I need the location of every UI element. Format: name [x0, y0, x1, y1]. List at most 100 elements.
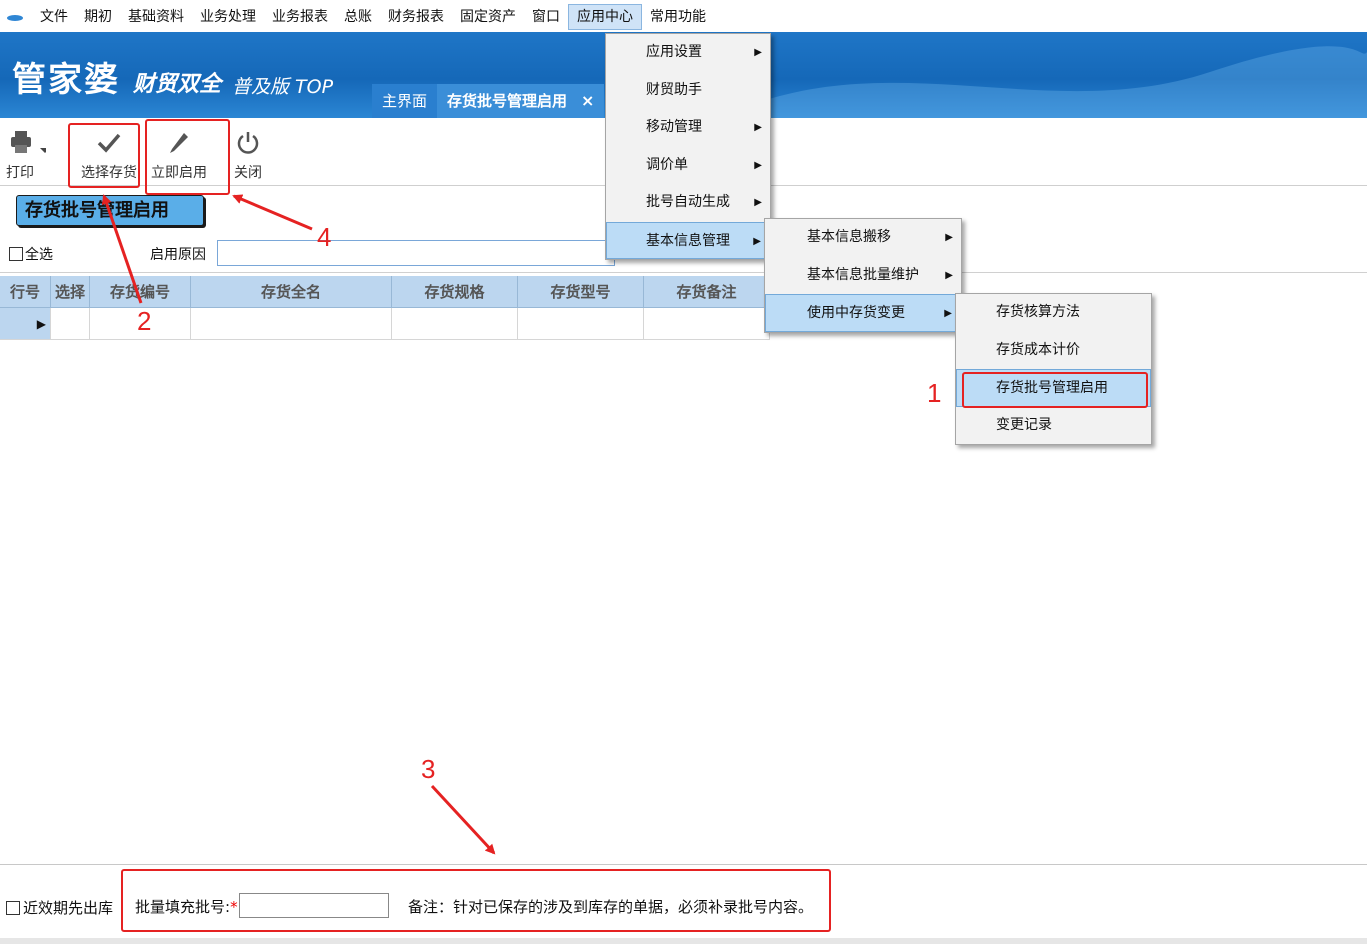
menu-finance-report[interactable]: 财务报表 [380, 4, 452, 30]
document-tabs: 主界面 存货批号管理启用 × [372, 84, 605, 118]
menu-item-change-log-label: 变更记录 [996, 416, 1052, 433]
menu-item-change-log[interactable]: 变更记录 [956, 407, 1151, 445]
submenu-arrow-icon: ▶ [754, 47, 762, 58]
logo-sub: 财贸双全 [133, 72, 222, 97]
row-indicator-arrow: ▶ [36, 316, 46, 331]
inventory-grid: 行号 选择 存货编号 存货全名 存货规格 存货型号 存货备注 ▶ [0, 276, 770, 340]
select-all-checkbox[interactable]: 全选 [9, 244, 53, 264]
tab-batch-enable-label: 存货批号管理启用 [447, 92, 568, 110]
annotation-label-3: 3 [421, 754, 436, 784]
col-inventory-remark[interactable]: 存货备注 [644, 276, 770, 308]
menu-item-price-adjustment[interactable]: 调价单 ▶ [606, 147, 770, 185]
select-all-label: 全选 [25, 247, 53, 263]
menu-common-functions[interactable]: 常用功能 [642, 4, 714, 30]
menu-file[interactable]: 文件 [32, 4, 76, 30]
select-all-box[interactable] [9, 247, 23, 261]
menu-item-price-adjustment-label: 调价单 [646, 156, 688, 173]
cell-select[interactable] [51, 308, 90, 340]
basic-info-submenu: 基本信息搬移 ▶ 基本信息批量维护 ▶ 使用中存货变更 ▶ [764, 218, 962, 333]
menu-item-basic-info-management[interactable]: 基本信息管理 ▶ [606, 221, 770, 259]
cell-inventory-remark[interactable] [644, 308, 770, 340]
annotation-box-batch-fill [121, 869, 831, 932]
near-expiry-box[interactable] [6, 900, 20, 915]
menu-fixed-assets[interactable]: 固定资产 [452, 4, 524, 30]
menu-item-trade-assistant-label: 财贸助手 [646, 81, 702, 98]
menu-item-basic-info-batch-maintain-label: 基本信息批量维护 [807, 266, 919, 283]
submenu-arrow-icon: ▶ [945, 232, 953, 243]
reason-label: 启用原因 [150, 247, 206, 263]
bottom-divider [0, 864, 1367, 865]
menu-item-batch-autogen[interactable]: 批号自动生成 ▶ [606, 184, 770, 222]
menu-bar: 文件 期初 基础资料 业务处理 业务报表 总账 财务报表 固定资产 窗口 应用中… [0, 0, 1367, 34]
section-title-button[interactable]: 存货批号管理启用 [16, 195, 204, 226]
menu-item-inventory-in-use-change-label: 使用中存货变更 [807, 305, 905, 321]
menu-app-center[interactable]: 应用中心 [568, 4, 642, 30]
col-row-number[interactable]: 行号 [0, 276, 51, 308]
logo-main: 管家婆 [12, 60, 120, 100]
menu-item-mobile-management-label: 移动管理 [646, 119, 702, 135]
status-strip [0, 938, 1367, 944]
near-expiry-checkbox[interactable]: 近效期先出库 [6, 897, 113, 918]
menu-business[interactable]: 业务处理 [192, 4, 264, 30]
menu-window[interactable]: 窗口 [524, 4, 568, 30]
print-button[interactable]: 打印 [6, 128, 66, 182]
menu-item-basic-info-transfer[interactable]: 基本信息搬移 ▶ [765, 219, 961, 257]
col-inventory-code[interactable]: 存货编号 [90, 276, 191, 308]
menu-item-inventory-accounting-method-label: 存货核算方法 [996, 304, 1080, 320]
annotation-label-1: 1 [927, 378, 942, 408]
table-row[interactable]: ▶ [0, 308, 770, 340]
menu-basic-data[interactable]: 基础资料 [120, 4, 192, 30]
menu-item-basic-info-transfer-label: 基本信息搬移 [807, 229, 891, 245]
menu-ledger[interactable]: 总账 [336, 4, 380, 30]
menu-opening[interactable]: 期初 [76, 4, 120, 30]
submenu-arrow-icon: ▶ [753, 235, 761, 247]
printer-icon [11, 131, 46, 153]
menu-item-inventory-cost-pricing-label: 存货成本计价 [996, 341, 1080, 358]
menu-item-app-settings[interactable]: 应用设置 ▶ [606, 34, 770, 72]
app-center-menu: 应用设置 ▶ 财贸助手 移动管理 ▶ 调价单 ▶ 批号自动生成 ▶ 基本信息管理 ▶ [605, 33, 771, 260]
tab-batch-enable[interactable]: 存货批号管理启用 × [437, 84, 605, 118]
submenu-arrow-icon: ▶ [754, 159, 762, 171]
close-icon[interactable]: × [581, 84, 594, 118]
submenu-arrow-icon: ▶ [754, 197, 762, 208]
submenu-arrow-icon: ▶ [944, 308, 952, 319]
menu-item-trade-assistant[interactable]: 财贸助手 [606, 72, 770, 110]
cell-inventory-name[interactable] [191, 308, 392, 340]
col-inventory-model[interactable]: 存货型号 [518, 276, 644, 308]
close-button[interactable]: 关闭 [228, 128, 268, 182]
menu-item-inventory-cost-pricing[interactable]: 存货成本计价 [956, 332, 1151, 370]
col-inventory-spec[interactable]: 存货规格 [392, 276, 518, 308]
banner-decoration [760, 46, 1367, 118]
menu-item-inventory-in-use-change[interactable]: 使用中存货变更 ▶ [765, 294, 961, 332]
logo-version: 普及版 TOP [232, 76, 334, 98]
menu-item-mobile-management[interactable]: 移动管理 ▶ [606, 109, 770, 147]
annotation-box-select-inventory [68, 123, 140, 188]
annotation-arrow-4 [232, 194, 313, 231]
submenu-arrow-icon: ▶ [754, 122, 762, 133]
inventory-change-submenu: 存货核算方法 存货成本计价 存货批号管理启用 变更记录 [955, 293, 1152, 445]
col-select[interactable]: 选择 [51, 276, 90, 308]
menu-item-basic-info-batch-maintain[interactable]: 基本信息批量维护 ▶ [765, 257, 961, 295]
near-expiry-label: 近效期先出库 [23, 899, 114, 917]
reason-input[interactable] [217, 240, 615, 266]
annotation-label-2: 2 [137, 306, 152, 336]
power-icon [237, 132, 259, 154]
annotation-arrow-3 [430, 784, 496, 855]
annotation-box-enable-now [145, 119, 230, 195]
cell-inventory-spec[interactable] [392, 308, 518, 340]
menu-item-basic-info-management-label: 基本信息管理 [646, 232, 730, 249]
app-icon [7, 15, 23, 21]
row-indicator: ▶ [0, 308, 51, 340]
menu-item-inventory-accounting-method[interactable]: 存货核算方法 [956, 294, 1151, 332]
close-label: 关闭 [234, 165, 262, 181]
annotation-box-batch-enable-menu [962, 372, 1148, 408]
menu-business-report[interactable]: 业务报表 [264, 4, 336, 30]
annotation-label-4: 4 [317, 222, 332, 252]
tab-home[interactable]: 主界面 [372, 84, 438, 118]
col-inventory-name[interactable]: 存货全名 [191, 276, 392, 308]
menu-item-app-settings-label: 应用设置 [646, 44, 702, 60]
print-label: 打印 [6, 165, 34, 181]
divider [0, 272, 1367, 273]
cell-inventory-model[interactable] [518, 308, 644, 340]
menu-item-batch-autogen-label: 批号自动生成 [646, 194, 730, 210]
